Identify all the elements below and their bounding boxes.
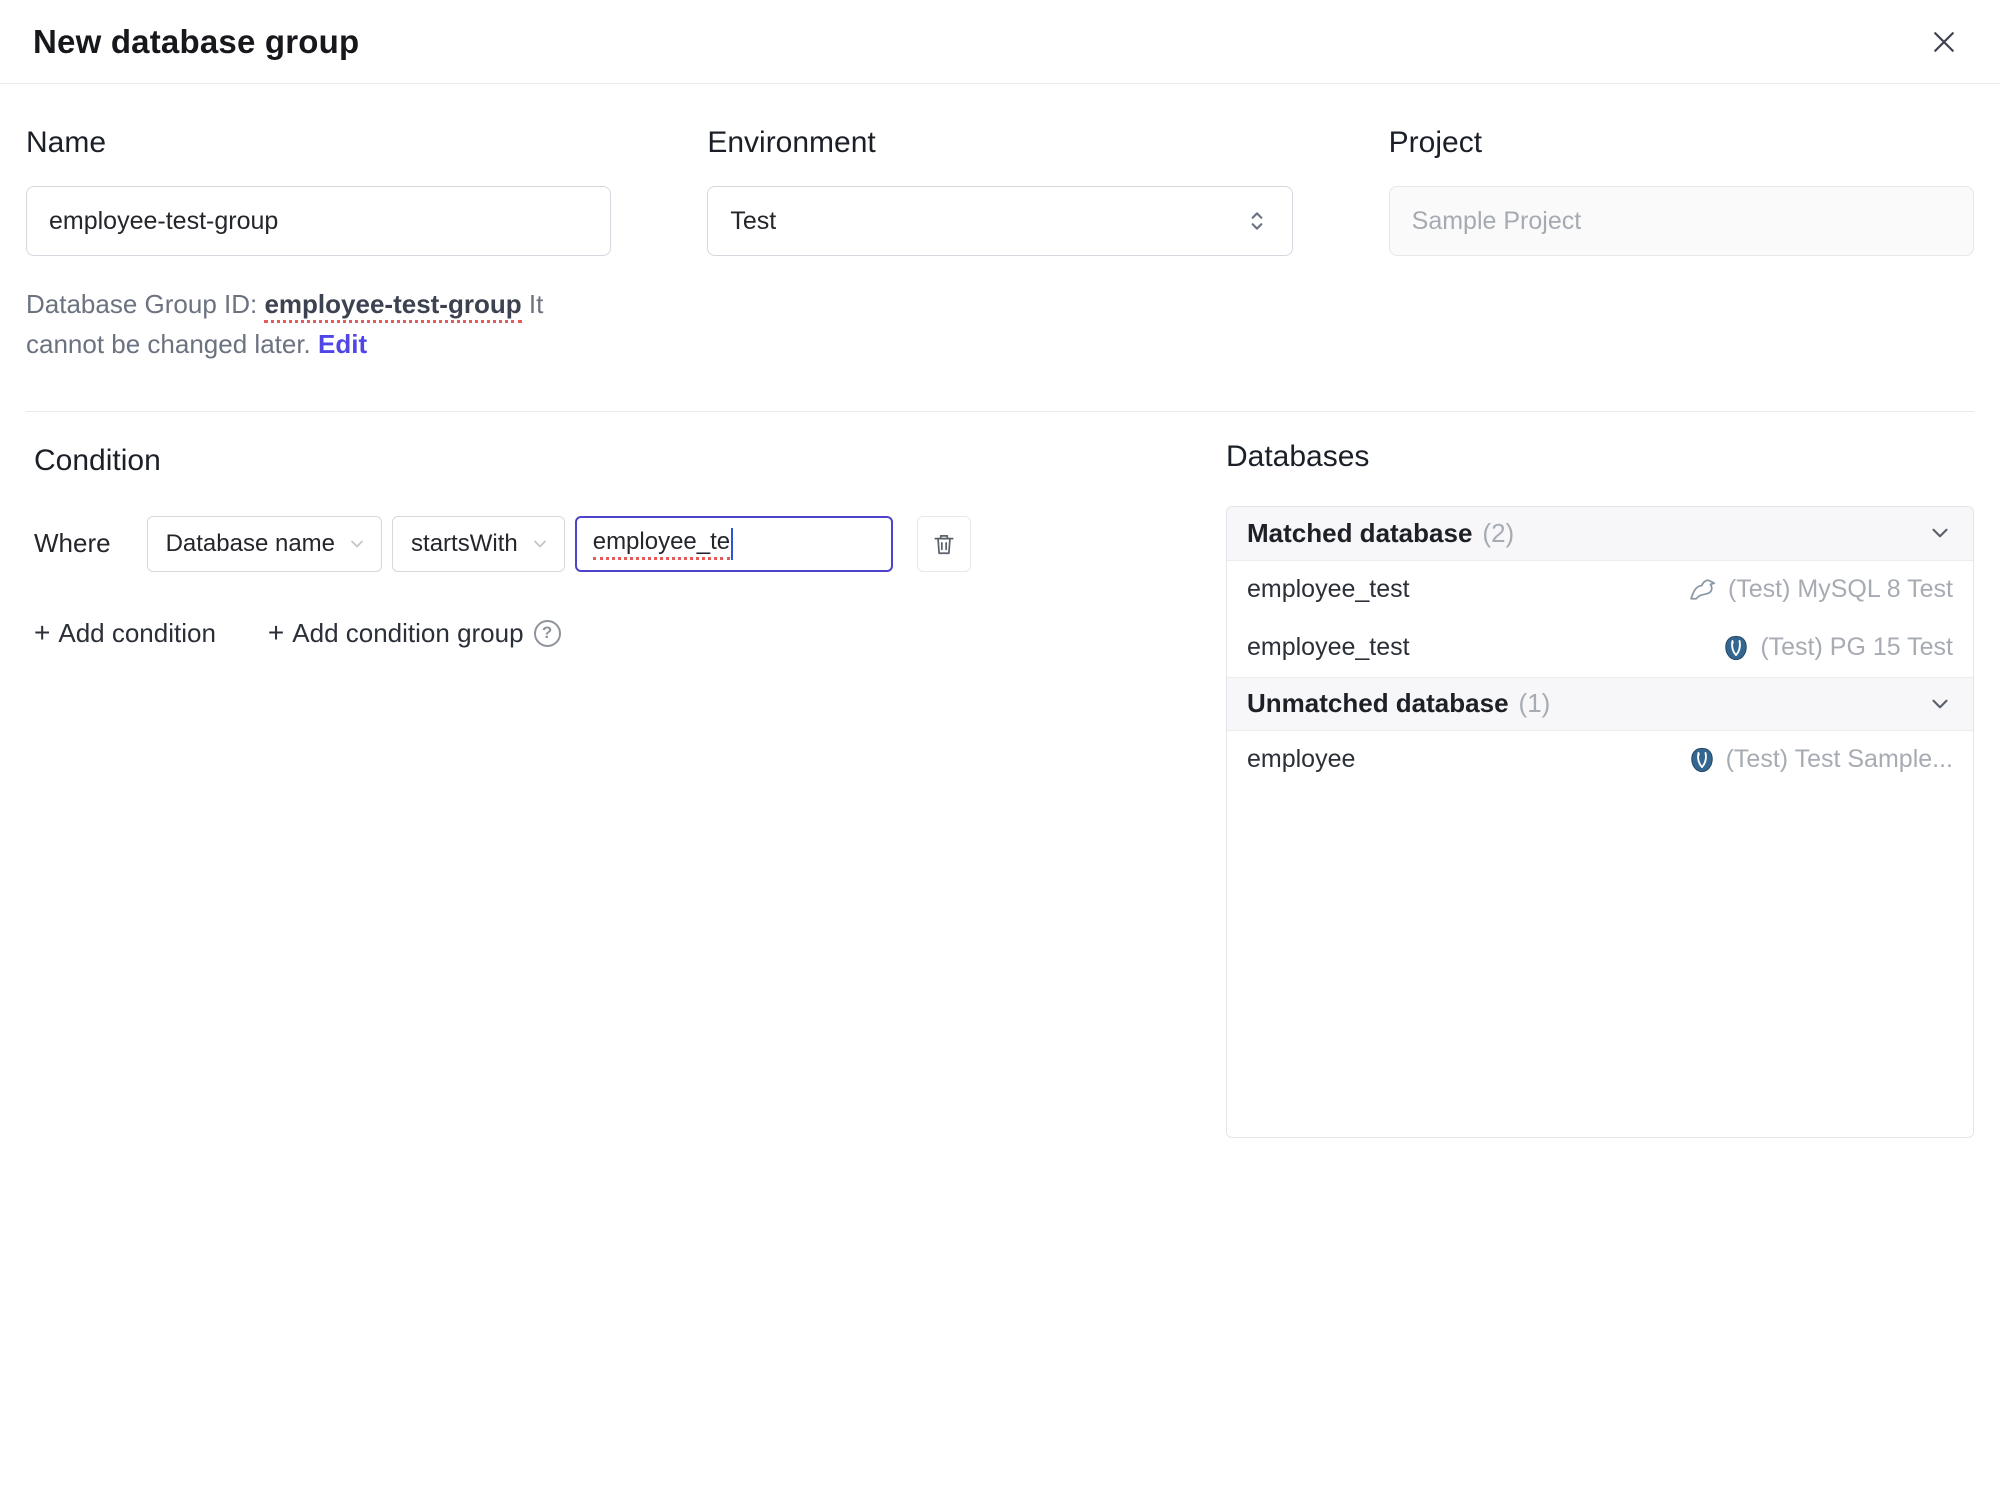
database-instance: (Test) PG 15 Test — [1760, 633, 1953, 662]
group-id-prefix: Database Group ID: — [26, 289, 258, 319]
database-name: employee_test — [1247, 575, 1410, 604]
database-row: employee_test (Test) PG 15 Test — [1227, 619, 1973, 677]
add-condition-group-label: Add condition group — [292, 617, 524, 648]
close-icon — [1929, 27, 1959, 57]
text-caret — [731, 527, 734, 560]
project-field-group: Project — [1388, 126, 1974, 365]
add-condition-group-button[interactable]: + Add condition group ? — [268, 618, 561, 649]
dialog-title: New database group — [33, 22, 360, 60]
condition-actions: + Add condition + Add condition group ? — [34, 618, 1226, 649]
database-instance: (Test) MySQL 8 Test — [1727, 575, 1953, 604]
chevron-down-icon — [530, 534, 550, 554]
environment-select[interactable]: Test — [707, 186, 1293, 256]
name-field-group: Name Database Group ID: employee-test-gr… — [26, 126, 612, 365]
condition-section: Condition Where Database name startsWith — [26, 412, 1226, 1138]
database-row: employee (Test) Test Sample... — [1227, 731, 1973, 789]
condition-operator-value: startsWith — [411, 529, 518, 557]
matched-database-count: (2) — [1482, 517, 1515, 548]
matched-database-title: Matched database — [1247, 517, 1473, 548]
postgresql-icon — [1688, 746, 1716, 774]
trash-icon — [931, 531, 957, 557]
chevron-down-icon — [1927, 691, 1953, 717]
plus-icon: + — [267, 617, 285, 649]
name-input[interactable] — [26, 186, 612, 256]
database-name: employee — [1247, 745, 1356, 774]
mysql-icon — [1688, 575, 1718, 605]
project-input[interactable] — [1388, 186, 1974, 256]
databases-section: Databases Matched database (2) employee_… — [1226, 412, 1974, 1138]
close-button[interactable] — [1924, 22, 1964, 62]
add-condition-label: Add condition — [58, 617, 216, 648]
condition-field-value: Database name — [165, 529, 336, 557]
environment-label: Environment — [707, 126, 876, 159]
environment-selected-value: Test — [730, 206, 777, 235]
project-label: Project — [1388, 126, 1483, 159]
group-id-help: Database Group ID: employee-test-group I… — [26, 284, 611, 365]
edit-group-id-link[interactable]: Edit — [318, 329, 367, 359]
condition-value-text: employee_te — [592, 528, 731, 560]
unmatched-database-title: Unmatched database — [1247, 688, 1509, 719]
unmatched-database-count: (1) — [1518, 688, 1551, 719]
dialog-header: New database group — [0, 0, 2000, 84]
help-icon[interactable]: ? — [533, 619, 561, 647]
plus-icon: + — [34, 617, 51, 649]
databases-heading: Databases — [1226, 439, 1370, 473]
chevron-up-down-icon — [1244, 208, 1270, 234]
group-id-value: employee-test-group — [264, 289, 522, 323]
where-label: Where — [34, 528, 111, 559]
condition-field-select[interactable]: Database name — [146, 515, 383, 572]
condition-operator-select[interactable]: startsWith — [392, 515, 565, 572]
form-row: Name Database Group ID: employee-test-gr… — [26, 126, 1974, 365]
name-label: Name — [26, 126, 107, 159]
databases-panel: Matched database (2) employee_test (Test… — [1226, 505, 1974, 1138]
database-instance: (Test) Test Sample... — [1725, 745, 1953, 774]
chevron-down-icon — [1927, 520, 1953, 546]
delete-condition-button[interactable] — [916, 515, 971, 572]
condition-value-input[interactable]: employee_te — [574, 515, 893, 572]
matched-database-group-header[interactable]: Matched database (2) — [1227, 506, 1973, 561]
add-condition-button[interactable]: + Add condition — [34, 618, 216, 649]
database-row: employee_test (Test) MySQL 8 Test — [1227, 561, 1973, 619]
database-name: employee_test — [1247, 633, 1410, 662]
condition-heading: Condition — [34, 443, 161, 477]
unmatched-database-group-header[interactable]: Unmatched database (1) — [1227, 676, 1973, 731]
environment-field-group: Environment Test — [707, 126, 1293, 365]
condition-row: Where Database name startsWith employee_… — [34, 515, 1226, 572]
postgresql-icon — [1722, 634, 1750, 662]
chevron-down-icon — [347, 534, 367, 554]
